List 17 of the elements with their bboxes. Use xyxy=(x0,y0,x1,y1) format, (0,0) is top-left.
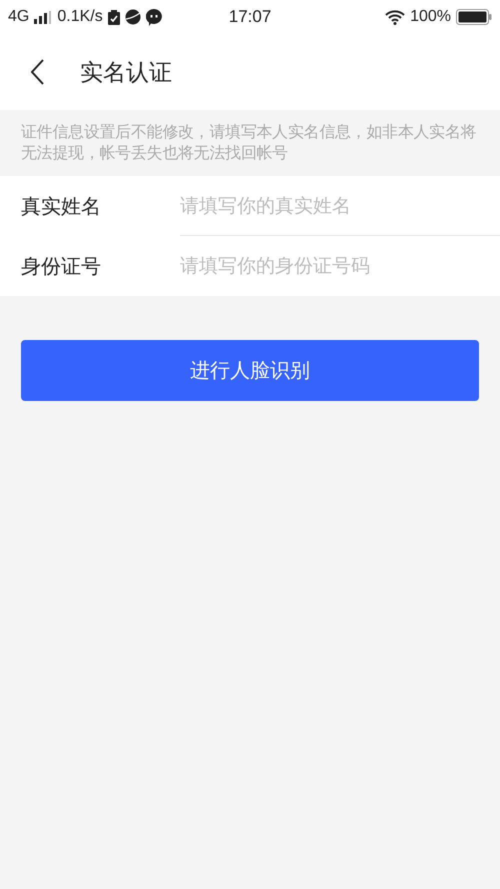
signal-icon xyxy=(34,10,52,24)
input-field[interactable]: 请填写你的真实姓名 xyxy=(180,194,500,216)
network-label: 4G xyxy=(8,8,30,26)
clipboard-icon xyxy=(108,10,120,24)
field-label: 身份证号 xyxy=(21,252,101,280)
battery-icon xyxy=(456,9,492,25)
chat-bubble-icon xyxy=(146,8,162,26)
face-recognition-button[interactable]: 进行人脸识别 xyxy=(21,340,479,401)
clock-time: 17:07 xyxy=(228,7,272,27)
planet-icon xyxy=(124,9,141,25)
field-label: 真实姓名 xyxy=(21,192,101,220)
notice-text: 证件信息设置后不能修改，请填写本人实名信息，如非本人实名将无法提现，帐号丢失也将无法找回帐号 xyxy=(21,121,478,163)
page-title: 实名认证 xyxy=(80,58,172,88)
network-speed: 0.1K/s xyxy=(57,8,103,26)
input-field[interactable]: 请填写你的身份证号码 xyxy=(180,255,500,277)
battery-percent: 100% xyxy=(410,8,452,26)
wifi-icon xyxy=(385,10,406,24)
